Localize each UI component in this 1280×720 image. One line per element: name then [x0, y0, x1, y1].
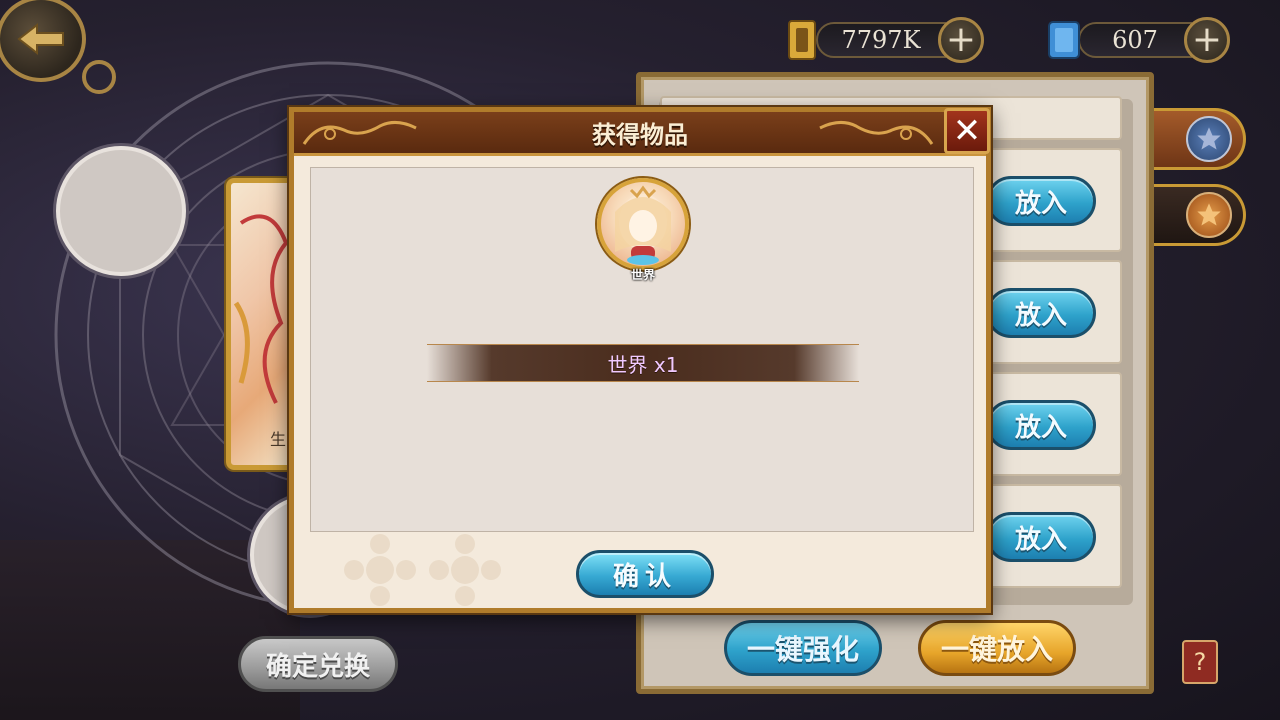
gem-amount: 607	[1078, 22, 1192, 58]
add-gold-button[interactable]: +	[938, 17, 984, 63]
floral-decoration	[344, 534, 501, 606]
put-in-button[interactable]: 放入	[986, 512, 1096, 562]
blue-crystal-icon	[1046, 18, 1082, 62]
tab-star-blue[interactable]	[1154, 108, 1246, 170]
help-button[interactable]: ?	[1182, 640, 1218, 684]
back-ring-decoration	[82, 60, 116, 94]
dialog-title: 获得物品	[592, 121, 688, 149]
ornament-icon	[302, 121, 417, 145]
put-in-button[interactable]: 放入	[986, 288, 1096, 338]
star-icon	[1185, 192, 1232, 238]
gold-bar-icon	[784, 18, 820, 62]
dialog-header: 获得物品 ✕	[294, 108, 990, 156]
reward-text: 世界 x1	[607, 352, 679, 377]
gem-currency: 607 +	[1046, 17, 1230, 63]
gold-currency: 7797K +	[784, 17, 984, 63]
back-arrow-icon	[17, 22, 64, 56]
reward-band: 世界 x1	[427, 344, 859, 382]
card-label: 生	[270, 430, 287, 449]
add-gem-button[interactable]: +	[1184, 17, 1230, 63]
card-art	[233, 214, 289, 404]
put-in-button[interactable]: 放入	[986, 176, 1096, 226]
one-click-enhance-button[interactable]: 一键强化	[724, 620, 882, 676]
star-icon	[1185, 116, 1232, 162]
tab-star-orange[interactable]	[1154, 184, 1246, 246]
put-in-button[interactable]: 放入	[986, 400, 1096, 450]
reward-dialog: 获得物品 ✕ 世界 世界 x1 确认	[289, 107, 991, 613]
item-name-label: 世界	[630, 268, 655, 282]
gold-amount: 7797K	[816, 22, 946, 58]
confirm-button[interactable]: 确认	[576, 550, 714, 598]
close-button[interactable]: ✕	[944, 108, 990, 154]
material-slot-top[interactable]	[56, 146, 186, 276]
confirm-exchange-button[interactable]: 确定兑换	[238, 636, 398, 692]
item-portrait-icon[interactable]	[597, 178, 689, 270]
one-click-put-button[interactable]: 一键放入	[918, 620, 1076, 676]
ornament-icon	[819, 121, 934, 145]
reward-content: 世界 世界 x1	[310, 167, 974, 532]
